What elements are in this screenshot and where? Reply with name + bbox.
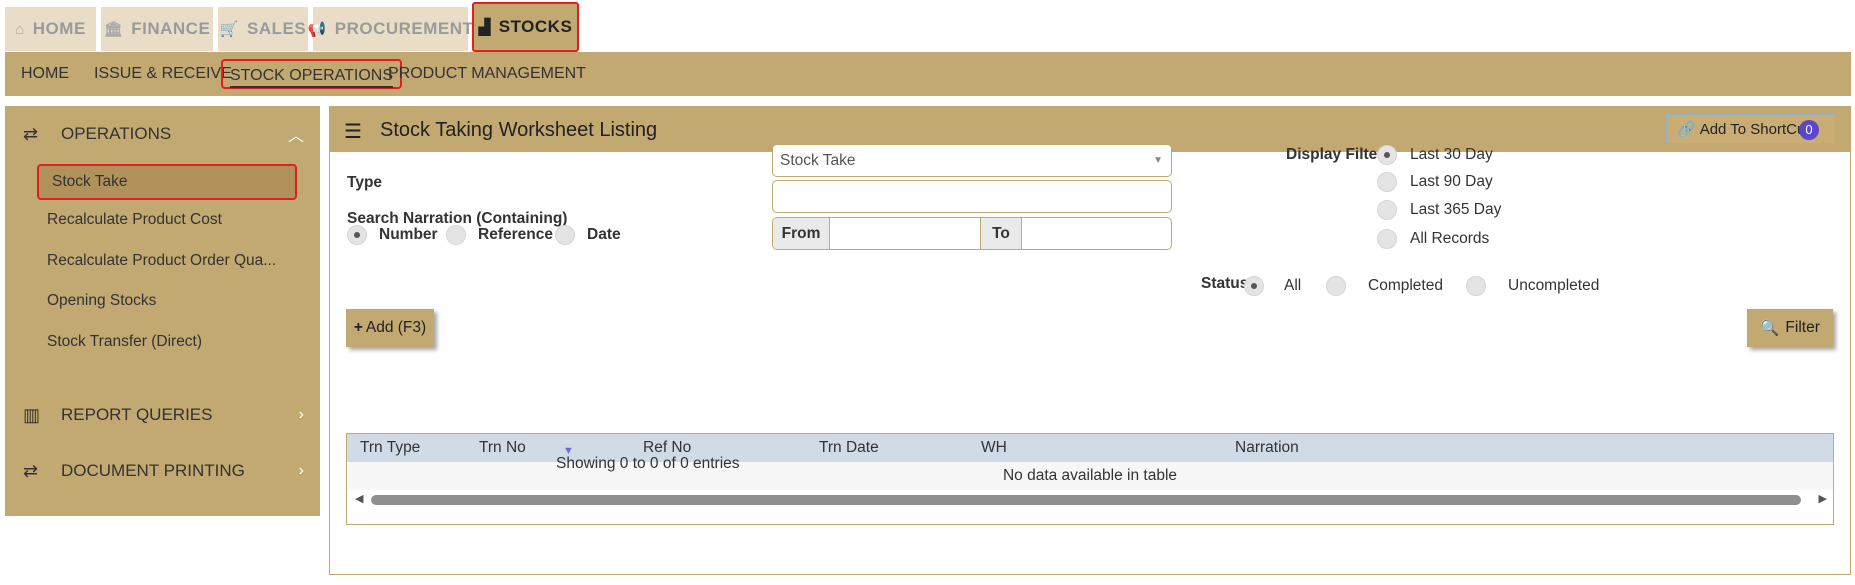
filter-all-records-label: All Records [1410,230,1490,247]
sort-date-label: Date [587,226,621,243]
sort-reference-radio[interactable] [446,225,466,245]
filter-last-30-radio[interactable] [1377,145,1397,165]
col-trn-type[interactable]: Trn Type [360,434,420,462]
main-panel: ☰ Stock Taking Worksheet Listing 🔗 Add T… [329,106,1851,575]
add-to-shortcut-button[interactable]: 🔗 Add To ShortCut 0 [1666,114,1836,144]
status-uncompleted-radio[interactable] [1466,276,1486,296]
sidebar-item-stock-transfer-direct[interactable]: Stock Transfer (Direct) [47,333,202,351]
to-date-input[interactable] [1022,218,1171,249]
from-date-input[interactable] [830,218,980,249]
sort-number-radio[interactable] [347,225,367,245]
sidebar-item-recalculate-product-cost[interactable]: Recalculate Product Cost [47,211,222,229]
plus-icon: + [353,319,363,336]
shortcut-count-badge: 0 [1799,120,1819,140]
top-nav: ⌂ HOME 🏛 FINANCE 🛒 SALES 📢 PROCUREMENT ▟ STOC… [0,0,1855,52]
top-tab-label: STOCKS [498,17,573,36]
sidebar-report-queries-label: REPORT QUERIES [61,405,213,424]
sidebar-item-opening-stocks[interactable]: Opening Stocks [47,292,156,310]
top-tab-finance[interactable]: 🏛 FINANCE [101,7,213,51]
sidebar-document-printing-header[interactable]: ⇄ DOCUMENT PRINTING › [5,451,320,491]
sidebar-operations-label: OPERATIONS [61,124,172,143]
filter-last-365-label: Last 365 Day [1410,201,1502,218]
top-tab-label: FINANCE [131,19,211,38]
filter-last-30-label: Last 30 Day [1410,146,1493,163]
subnav-stock-operations[interactable]: STOCK OPERATIONS [221,59,402,89]
status-uncompleted-label: Uncompleted [1508,277,1600,294]
type-select[interactable]: Stock Take ▼ [772,144,1172,177]
sort-reference-label: Reference [478,226,553,243]
bank-icon: 🏛 [103,21,124,38]
sort-number-label: Number [379,226,438,243]
sub-nav: HOME ISSUE & RECEIVE STOCK OPERATIONS PR… [5,52,1851,96]
col-trn-no[interactable]: Trn No [479,434,526,462]
scrollbar-thumb[interactable] [371,495,1801,505]
horizontal-scrollbar[interactable]: ◀ ▶ [347,490,1833,510]
cart-icon: 🛒 [219,21,239,38]
to-label: To [980,218,1022,249]
search-narration-input[interactable] [772,180,1172,213]
top-tab-label: SALES [247,19,307,38]
col-trn-date[interactable]: Trn Date [819,434,879,462]
sidebar-report-queries-header[interactable]: ▥ REPORT QUERIES › [5,395,320,435]
status-completed-radio[interactable] [1326,276,1346,296]
scroll-left-icon[interactable]: ◀ [355,492,363,505]
filter-last-90-label: Last 90 Day [1410,173,1493,190]
display-filter-label: Display Filter [1286,146,1384,163]
col-narration[interactable]: Narration [1235,434,1299,462]
results-table: Trn Type Trn No ▼ Ref No Trn Date WH Nar… [346,433,1834,525]
sidebar-item-stock-take[interactable]: Stock Take [37,164,297,200]
top-tab-procurement[interactable]: 📢 PROCUREMENT [308,7,473,51]
table-info: Showing 0 to 0 of 0 entries [556,455,740,472]
date-range-group: From To [772,217,1172,250]
exchange-icon: ⇄ [23,123,39,144]
factory-icon: ▟ [478,19,491,36]
add-button-label: Add (F3) [365,319,427,336]
subnav-issue-receive[interactable]: ISSUE & RECEIVE [94,52,232,96]
sort-date-radio[interactable] [555,225,575,245]
top-tab-label: PROCUREMENT [334,19,474,38]
menu-icon[interactable]: ☰ [344,119,362,144]
status-all-radio[interactable] [1244,276,1264,296]
sidebar: ⇄ OPERATIONS ︿ Stock Take Recalculate Pr… [5,106,320,516]
subnav-product-management[interactable]: PRODUCT MANAGEMENT [388,52,586,96]
col-wh[interactable]: WH [981,434,1007,462]
filter-button[interactable]: 🔍 Filter [1747,309,1833,347]
chevron-right-icon: › [298,462,304,479]
from-label: From [773,218,830,249]
top-tab-label: HOME [32,19,86,38]
exchange-icon: ⇄ [23,460,39,481]
top-tab-sales[interactable]: 🛒 SALES [218,7,308,51]
sidebar-operations-header[interactable]: ⇄ OPERATIONS ︿ [5,114,320,154]
megaphone-icon: 📢 [307,21,327,38]
status-label: Status [1201,275,1249,292]
filter-last-90-radio[interactable] [1377,172,1397,192]
subnav-stock-operations-label: STOCK OPERATIONS [230,66,393,88]
chevron-up-icon: ︿ [287,128,304,145]
bar-chart-icon: ▥ [23,404,41,425]
home-icon: ⌂ [15,20,25,38]
status-all-label: All [1284,277,1302,294]
add-button[interactable]: + Add (F3) [346,309,434,347]
chevron-right-icon: › [298,406,304,423]
sidebar-item-recalculate-product-order-qty[interactable]: Recalculate Product Order Qua... [47,252,276,270]
search-icon: 🔍 [1760,319,1780,337]
filter-button-label: Filter [1785,319,1820,336]
sidebar-document-printing-label: DOCUMENT PRINTING [61,461,245,480]
type-select-value: Stock Take [780,152,856,169]
filter-last-365-radio[interactable] [1377,200,1397,220]
status-completed-label: Completed [1368,277,1443,294]
filter-all-records-radio[interactable] [1377,229,1397,249]
top-tab-stocks[interactable]: ▟ STOCKS [472,2,579,52]
link-icon: 🔗 [1677,121,1696,138]
subnav-home[interactable]: HOME [21,52,69,96]
chevron-down-icon: ▼ [1153,155,1163,166]
top-tab-home[interactable]: ⌂ HOME [5,7,96,51]
scroll-right-icon[interactable]: ▶ [1819,492,1827,505]
add-to-shortcut-label: Add To ShortCut [1699,120,1810,138]
page-title: Stock Taking Worksheet Listing [380,119,658,141]
